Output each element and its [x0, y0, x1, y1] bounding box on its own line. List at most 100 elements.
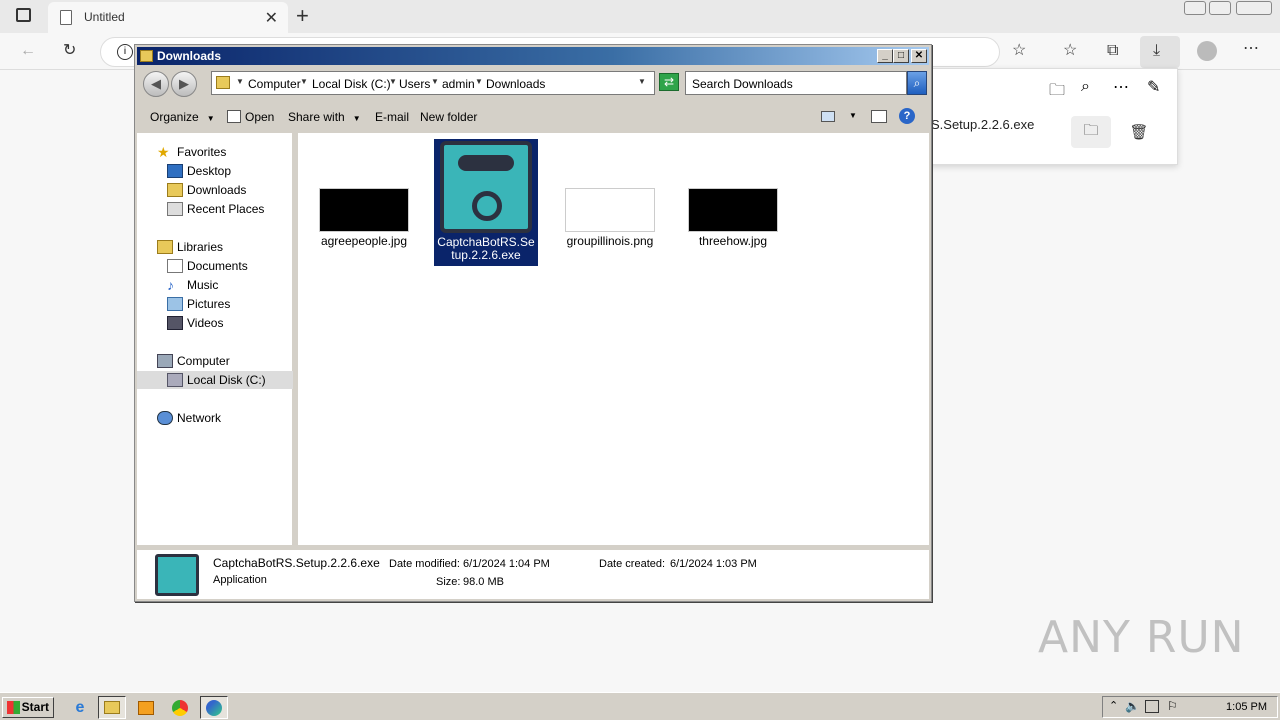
nav-music[interactable]: ♪ Music	[167, 276, 218, 294]
chrome-taskbar-icon[interactable]	[166, 696, 194, 719]
restore-button[interactable]	[1209, 1, 1231, 15]
nav-desktop[interactable]: Desktop	[167, 162, 231, 180]
nav-computer-label: Computer	[177, 354, 230, 368]
email-button[interactable]: E-mail	[375, 110, 409, 124]
nav-videos[interactable]: Videos	[167, 314, 223, 332]
minimize-button[interactable]	[1184, 1, 1206, 15]
explorer-minimize-button[interactable]: _	[877, 49, 893, 63]
ie-taskbar-icon[interactable]: e	[66, 696, 94, 719]
nav-libraries-label: Libraries	[177, 240, 224, 254]
app-icon-lock	[472, 191, 502, 221]
add-favorite-icon[interactable]: ☆	[1012, 42, 1026, 60]
breadcrumb-separator[interactable]: ▼	[431, 77, 439, 86]
open-folder-icon[interactable]: 🗀	[1049, 79, 1065, 106]
nav-computer[interactable]: Computer	[157, 352, 230, 370]
nav-documents[interactable]: Documents	[167, 257, 248, 275]
explorer-maximize-button[interactable]: □	[893, 49, 909, 63]
flag-icon[interactable]: ⚐	[1167, 699, 1178, 713]
organize-label: Organize	[150, 110, 199, 124]
share-with-button[interactable]: Share with ▼	[288, 110, 361, 124]
explorer-close-button[interactable]: ✕	[911, 49, 927, 63]
new-tab-icon[interactable]: +	[296, 3, 309, 29]
nav-local-disk[interactable]: Local Disk (C:)	[137, 371, 293, 389]
tab-untitled[interactable]: Untitled ✕	[48, 2, 288, 33]
download-item-filename[interactable]: S.Setup.2.2.6.exe	[931, 117, 1034, 132]
explorer-titlebar[interactable]: Downloads _ □ ✕	[137, 47, 929, 65]
refresh-button[interactable]: ⇄	[659, 73, 679, 91]
downloads-button[interactable]: ⤓	[1140, 36, 1180, 68]
refresh-icon[interactable]: ↻	[63, 42, 76, 60]
details-pane: CaptchaBotRS.Setup.2.2.6.exe Application…	[137, 547, 929, 599]
breadcrumb-admin[interactable]: admin	[442, 77, 475, 91]
search-icon[interactable]: ⌕	[907, 71, 927, 95]
file-item-selected[interactable]: CaptchaBotRS.Setup.2.2.6.exe	[434, 139, 538, 266]
pictures-icon	[167, 297, 183, 311]
explorer-taskbar-icon[interactable]	[98, 696, 126, 719]
chevron-down-icon: ▼	[352, 114, 361, 123]
drive-icon	[167, 373, 183, 387]
details-app-icon	[155, 554, 199, 596]
organize-button[interactable]: Organize ▼	[150, 110, 215, 124]
search-downloads-icon[interactable]: ⌕	[1081, 78, 1090, 96]
breadcrumb[interactable]: ▼ Computer ▼ Local Disk (C:) ▼ Users ▼ a…	[211, 71, 655, 95]
change-view-icon[interactable]	[821, 111, 835, 122]
preview-pane-icon[interactable]	[871, 110, 887, 123]
help-icon[interactable]: ?	[899, 108, 915, 124]
collections-icon[interactable]: ⧉	[1107, 42, 1118, 60]
view-dropdown-icon[interactable]: ▼	[849, 111, 857, 120]
file-item[interactable]: threehow.jpg	[681, 188, 785, 248]
breadcrumb-users[interactable]: Users	[399, 77, 430, 91]
nav-favorites[interactable]: ★ Favorites	[157, 143, 226, 161]
show-hidden-icons[interactable]: ⌃	[1109, 699, 1118, 712]
breadcrumb-separator[interactable]: ▼	[236, 77, 244, 86]
favorites-icon[interactable]: ☆	[1063, 42, 1077, 60]
breadcrumb-separator[interactable]: ▼	[300, 77, 308, 86]
show-in-folder-button[interactable]: 🗀	[1071, 116, 1111, 148]
more-menu-icon[interactable]: ⋯	[1243, 40, 1259, 58]
search-placeholder: Search Downloads	[692, 77, 793, 91]
nav-libraries[interactable]: Libraries	[157, 238, 223, 256]
breadcrumb-local-disk[interactable]: Local Disk (C:)	[312, 77, 391, 91]
size-value: 98.0 MB	[463, 576, 504, 588]
nav-pictures-label: Pictures	[187, 297, 231, 311]
network-tray-icon[interactable]	[1145, 700, 1159, 713]
close-window-button[interactable]	[1236, 1, 1272, 15]
image-thumbnail	[565, 188, 655, 232]
delete-button[interactable]: 🗑	[1119, 116, 1159, 148]
start-button[interactable]: Start	[2, 697, 54, 718]
info-icon[interactable]: i	[117, 44, 133, 60]
file-item[interactable]: agreepeople.jpg	[312, 188, 416, 248]
back-icon[interactable]: ←	[20, 42, 36, 60]
new-folder-button[interactable]: New folder	[420, 110, 477, 124]
size-label: Size:	[436, 576, 461, 588]
forward-button[interactable]: ▶	[171, 71, 197, 97]
open-button[interactable]: Open	[227, 110, 274, 124]
pin-icon[interactable]: ✎	[1147, 77, 1160, 97]
image-thumbnail	[319, 188, 409, 232]
edge-taskbar-icon[interactable]	[200, 696, 228, 719]
volume-icon[interactable]: 🔈	[1125, 699, 1140, 713]
breadcrumb-downloads[interactable]: Downloads	[486, 77, 545, 91]
breadcrumb-separator[interactable]: ▼	[475, 77, 483, 86]
nav-music-label: Music	[187, 278, 219, 292]
nav-downloads[interactable]: Downloads	[167, 181, 246, 199]
file-name: groupillinois.png	[566, 234, 654, 248]
history-dropdown-icon[interactable]: ▼	[638, 77, 646, 86]
search-input[interactable]: Search Downloads	[685, 71, 907, 95]
nav-pictures[interactable]: Pictures	[167, 295, 230, 313]
profile-avatar[interactable]	[1197, 41, 1217, 61]
file-name: agreepeople.jpg	[320, 234, 408, 248]
breadcrumb-computer[interactable]: Computer	[248, 77, 301, 91]
nav-network[interactable]: Network	[157, 409, 221, 427]
nav-recent-places[interactable]: Recent Places	[167, 200, 264, 218]
app-icon-slot	[458, 155, 514, 171]
breadcrumb-separator[interactable]: ▼	[389, 77, 397, 86]
explorer-window: Downloads _ □ ✕ ◀ ▶ ▼ Computer ▼ Local D…	[134, 44, 932, 602]
tab-actions-icon[interactable]	[16, 8, 31, 22]
clock[interactable]: 1:05 PM	[1226, 701, 1267, 713]
file-item[interactable]: groupillinois.png	[558, 188, 662, 248]
back-button[interactable]: ◀	[143, 71, 169, 97]
media-player-taskbar-icon[interactable]	[132, 696, 160, 719]
more-options-icon[interactable]: ⋯	[1113, 77, 1129, 97]
close-tab-icon[interactable]: ✕	[265, 8, 278, 28]
